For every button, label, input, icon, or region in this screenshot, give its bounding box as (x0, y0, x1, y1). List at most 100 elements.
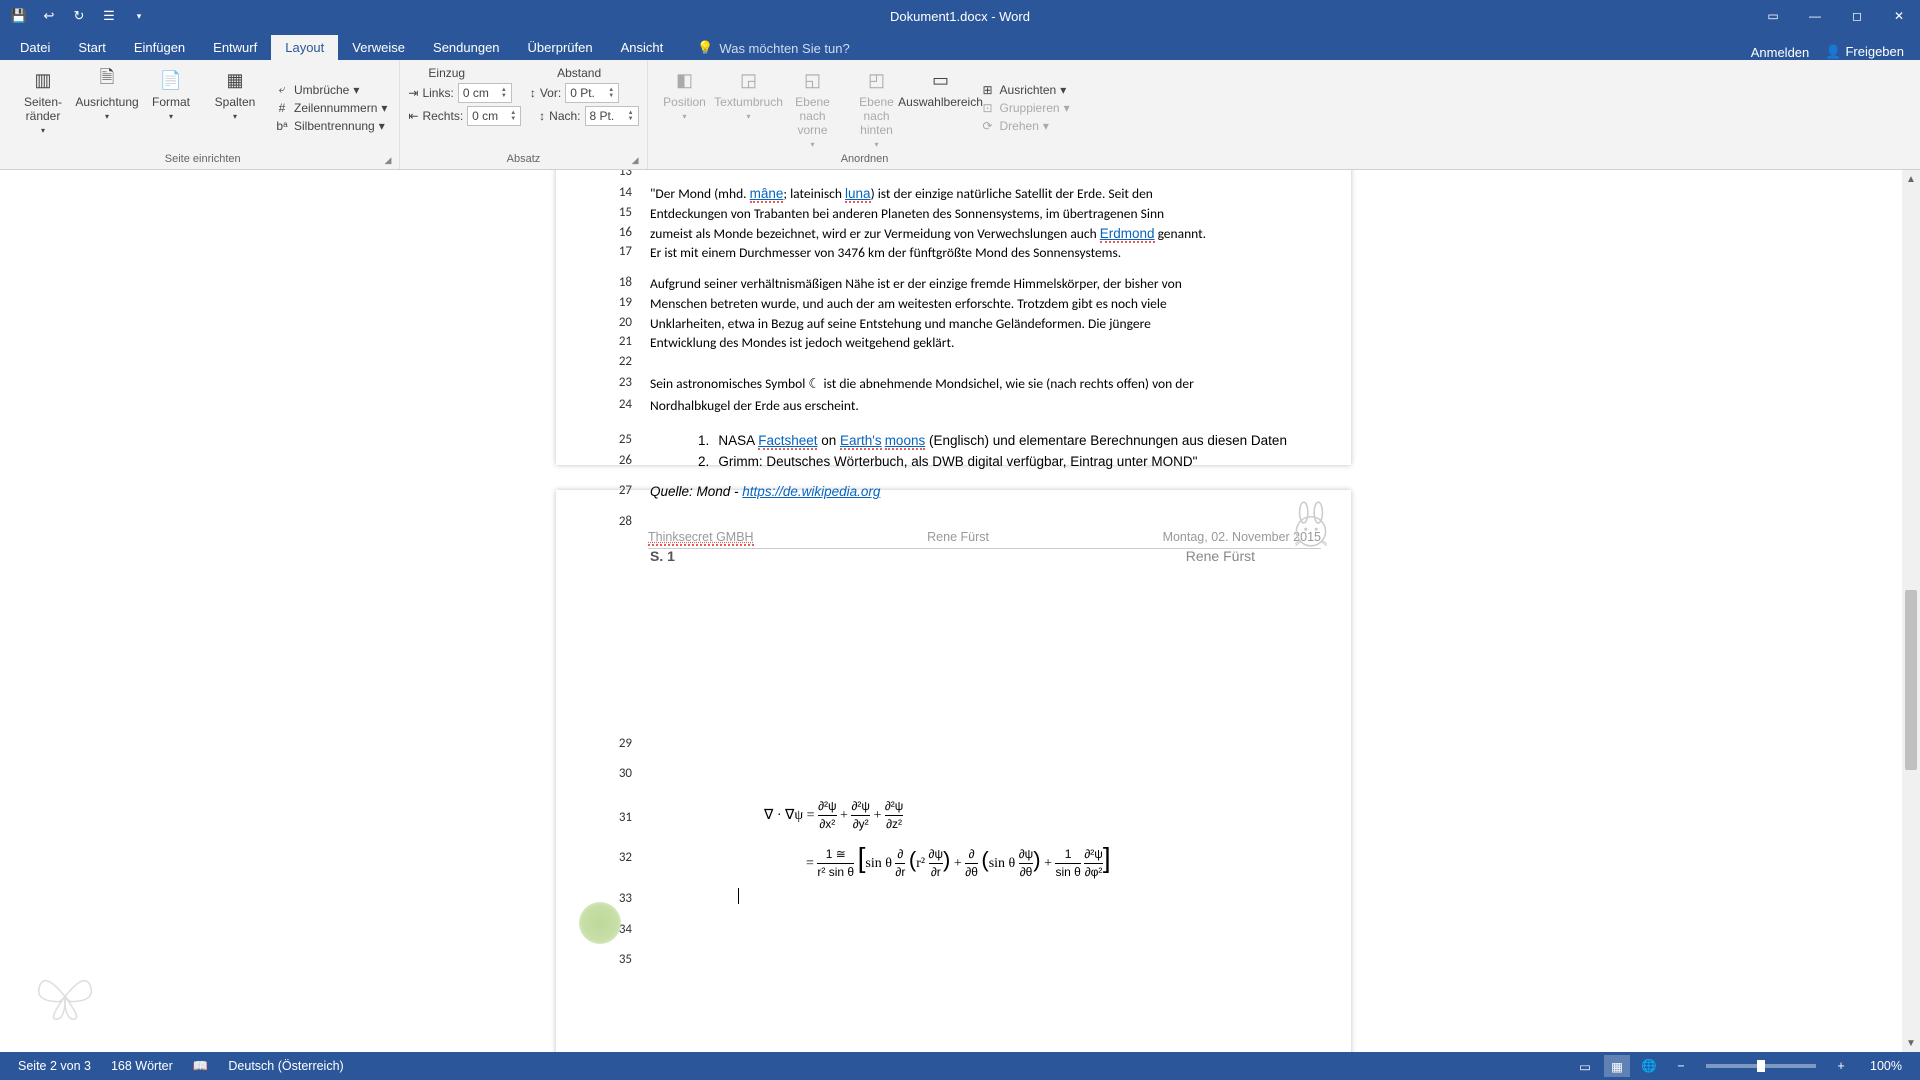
line-number: 20 (586, 315, 632, 330)
tab-design[interactable]: Entwurf (199, 35, 271, 60)
dialog-launcher-icon[interactable]: ◢ (632, 155, 639, 166)
doc-line[interactable]: "Der Mond (mhd. mâne; lateinisch luna) i… (650, 184, 1330, 204)
columns-button[interactable]: ▦Spalten▾ (206, 64, 264, 151)
undo-icon[interactable]: ↩ (36, 3, 62, 29)
tab-review[interactable]: Überprüfen (514, 35, 607, 60)
ribbon: ▥Seiten-ränder▾ 🗎Ausrichtung▾ 📄Format▾ ▦… (0, 60, 1920, 170)
indent-right-input[interactable]: 0 cm▲▼ (467, 106, 521, 126)
zoom-level[interactable]: 100% (1860, 1059, 1912, 1073)
web-layout-icon[interactable]: 🌐 (1636, 1055, 1662, 1077)
document-area[interactable]: Thinksecret GMBH Rene Fürst Montag, 02. … (0, 170, 1920, 1052)
indent-header: Einzug (428, 66, 465, 80)
minimize-button[interactable]: — (1794, 0, 1836, 32)
breaks-button[interactable]: ⤶Umbrüche ▾ (270, 82, 391, 98)
doc-line[interactable]: Entdeckungen von Trabanten bei anderen P… (650, 204, 1330, 224)
status-language[interactable]: Deutsch (Österreich) (218, 1059, 353, 1073)
footer-author: Rene Fürst (1186, 548, 1255, 564)
doc-line[interactable]: Menschen betreten wurde, und auch der am… (650, 294, 1330, 314)
indent-right-label: Rechts: (422, 109, 463, 123)
tab-view[interactable]: Ansicht (607, 35, 678, 60)
margins-button[interactable]: ▥Seiten-ränder▾ (14, 64, 72, 151)
line-number: 30 (586, 766, 632, 781)
space-after-label: Nach: (549, 109, 580, 123)
bunny-logo-icon (1285, 498, 1337, 550)
line-number: 16 (586, 225, 632, 240)
zoom-slider[interactable] (1706, 1064, 1816, 1068)
line-numbers-button[interactable]: #Zeilennummern ▾ (270, 100, 391, 116)
bring-forward-button: ◱Ebene nach vorne▾ (784, 64, 842, 151)
align-button[interactable]: ⊞Ausrichten ▾ (976, 82, 1074, 98)
line-number: 18 (586, 275, 632, 290)
tab-references[interactable]: Verweise (338, 35, 419, 60)
butterfly-icon (34, 966, 96, 1022)
tell-me-search[interactable]: 💡 Was möchten Sie tun? (689, 36, 858, 60)
tab-file[interactable]: Datei (6, 35, 64, 60)
indent-left-label: Links: (422, 86, 453, 100)
doc-line[interactable]: Entwicklung des Mondes ist jedoch weitge… (650, 333, 1330, 353)
vertical-scrollbar[interactable]: ▲ ▼ (1902, 170, 1920, 1052)
doc-line[interactable]: Aufgrund seiner verhältnismäßigen Nähe i… (650, 274, 1330, 294)
zoom-out-button[interactable]: − (1668, 1055, 1694, 1077)
forward-icon: ◱ (799, 68, 827, 92)
status-proofing-icon[interactable]: 📖 (183, 1059, 219, 1074)
selection-pane-button[interactable]: ▭Auswahlbereich (912, 64, 970, 151)
space-after-icon: ↕ (539, 109, 545, 123)
equation-line-2[interactable]: = 1 ≅r² sin θ [sin θ ∂∂r (r² ∂ψ∂r) + ∂∂θ… (806, 838, 1111, 882)
scroll-thumb[interactable] (1905, 590, 1917, 770)
line-number: 29 (586, 736, 632, 751)
columns-icon: ▦ (221, 68, 249, 92)
page-footer: S. 1 Rene Fürst (650, 548, 1255, 564)
doc-line[interactable]: 2. Grimm: Deutsches Wörterbuch, als DWB … (650, 452, 1330, 472)
print-layout-icon[interactable]: ▦ (1604, 1055, 1630, 1077)
bulb-icon: 💡 (697, 40, 713, 56)
doc-line[interactable]: zumeist als Monde bezeichnet, wird er zu… (650, 224, 1330, 244)
doc-line[interactable]: Er ist mit einem Durchmesser von 3476 km… (650, 243, 1330, 263)
group-icon: ⊡ (980, 101, 996, 115)
doc-line[interactable]: Quelle: Mond - https://de.wikipedia.org (650, 482, 1330, 502)
redo-icon[interactable]: ↻ (66, 3, 92, 29)
space-before-input[interactable]: 0 Pt.▲▼ (565, 83, 619, 103)
dialog-launcher-icon[interactable]: ◢ (384, 155, 391, 166)
read-mode-icon[interactable]: ▭ (1572, 1055, 1598, 1077)
maximize-button[interactable]: ◻ (1836, 0, 1878, 32)
page-2[interactable]: Thinksecret GMBH Rene Fürst Montag, 02. … (556, 490, 1351, 1052)
rotate-button: ⟳Drehen ▾ (976, 118, 1074, 134)
save-icon[interactable]: 💾 (6, 3, 32, 29)
status-words[interactable]: 168 Wörter (101, 1059, 183, 1073)
line-number: 15 (586, 205, 632, 220)
tab-start[interactable]: Start (64, 35, 119, 60)
tab-mailings[interactable]: Sendungen (419, 35, 514, 60)
doc-line[interactable]: Unklarheiten, etwa in Bezug auf seine En… (650, 314, 1330, 334)
doc-line[interactable]: 1. NASA Factsheet on Earth's moons (Engl… (650, 431, 1330, 451)
group-button: ⊡Gruppieren ▾ (976, 100, 1074, 116)
size-button[interactable]: 📄Format▾ (142, 64, 200, 151)
line-number: 26 (586, 453, 632, 468)
qat-customize-icon[interactable]: ▾ (126, 3, 152, 29)
orientation-button[interactable]: 🗎Ausrichtung▾ (78, 64, 136, 151)
cursor-highlight (579, 902, 621, 944)
line-num-icon: # (274, 101, 290, 115)
hyphenation-button[interactable]: bᵃSilbentrennung ▾ (270, 118, 391, 134)
status-bar: Seite 2 von 3 168 Wörter 📖 Deutsch (Öste… (0, 1052, 1920, 1080)
space-after-input[interactable]: 8 Pt.▲▼ (585, 106, 639, 126)
line-number: 24 (586, 397, 632, 412)
header-name: Rene Fürst (927, 530, 989, 544)
equation-line-1[interactable]: ∇ · ∇ψ = ∂²ψ∂x² + ∂²ψ∂y² + ∂²ψ∂z² (764, 798, 903, 834)
tab-layout[interactable]: Layout (271, 35, 338, 60)
doc-line[interactable]: Nordhalbkugel der Erde aus erscheint. (650, 396, 1330, 416)
zoom-handle[interactable] (1757, 1060, 1765, 1072)
margins-icon: ▥ (29, 68, 57, 92)
share-button[interactable]: 👤Freigeben (1825, 44, 1904, 60)
zoom-in-button[interactable]: + (1828, 1055, 1854, 1077)
touch-mode-icon[interactable]: ☰ (96, 3, 122, 29)
doc-line[interactable]: Sein astronomisches Symbol ☾ ist die abn… (650, 374, 1330, 394)
tab-insert[interactable]: Einfügen (120, 35, 199, 60)
scroll-down-icon[interactable]: ▼ (1902, 1034, 1920, 1052)
close-button[interactable]: ✕ (1878, 0, 1920, 32)
scroll-up-icon[interactable]: ▲ (1902, 170, 1920, 188)
indent-left-input[interactable]: 0 cm▲▼ (458, 83, 512, 103)
title-bar: 💾 ↩ ↻ ☰ ▾ Dokument1.docx - Word ▭ — ◻ ✕ (0, 0, 1920, 32)
sign-in-link[interactable]: Anmelden (1751, 45, 1810, 60)
ribbon-options-icon[interactable]: ▭ (1752, 0, 1794, 32)
status-page[interactable]: Seite 2 von 3 (8, 1059, 101, 1073)
